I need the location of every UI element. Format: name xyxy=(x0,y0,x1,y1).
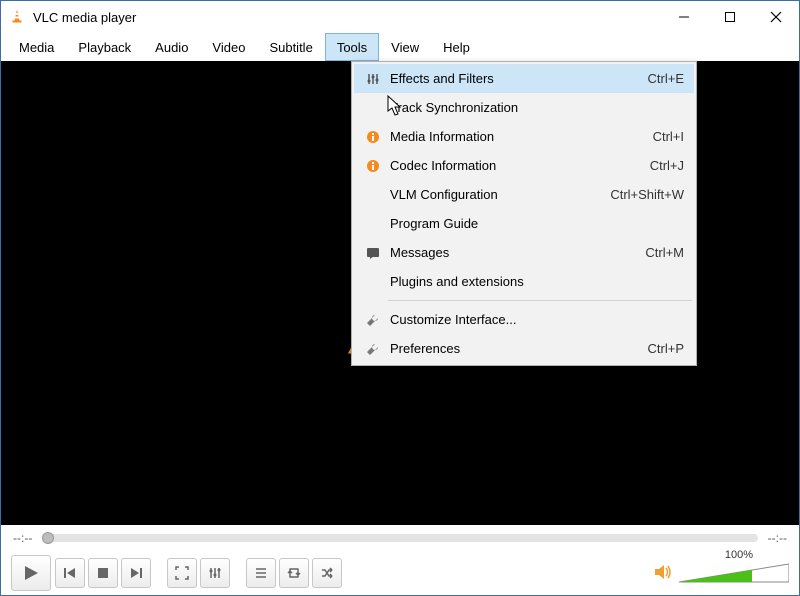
playlist-button[interactable] xyxy=(246,558,276,588)
menu-item-label: Effects and Filters xyxy=(386,71,632,86)
window-title: VLC media player xyxy=(33,10,136,25)
seek-bar[interactable] xyxy=(42,534,757,542)
extended-settings-button[interactable] xyxy=(200,558,230,588)
menu-item-label: VLM Configuration xyxy=(386,187,594,202)
menu-item-shortcut: Ctrl+J xyxy=(650,158,684,173)
menu-item-label: Program Guide xyxy=(386,216,668,231)
maximize-button[interactable] xyxy=(707,1,753,33)
volume-control[interactable] xyxy=(653,562,789,584)
wrench-icon xyxy=(360,342,386,356)
next-button[interactable] xyxy=(121,558,151,588)
menu-tools[interactable]: Tools xyxy=(325,33,379,61)
seek-bar-row: --:-- --:-- xyxy=(1,525,799,551)
shuffle-button[interactable] xyxy=(312,558,342,588)
tools-menu-item-4[interactable]: VLM Configuration Ctrl+Shift+W xyxy=(354,180,694,209)
tools-menu-item-1[interactable]: Track Synchronization xyxy=(354,93,694,122)
loop-button[interactable] xyxy=(279,558,309,588)
play-button[interactable] xyxy=(11,555,51,591)
menu-item-label: Preferences xyxy=(386,341,632,356)
menu-playback[interactable]: Playback xyxy=(66,33,143,61)
vlc-cone-icon xyxy=(9,8,25,27)
seek-knob[interactable] xyxy=(42,532,54,544)
title-bar-left: VLC media player xyxy=(9,8,136,27)
menu-item-label: Codec Information xyxy=(386,158,634,173)
tools-menu-item-5[interactable]: Program Guide xyxy=(354,209,694,238)
menu-separator xyxy=(388,300,692,301)
tools-menu-item-6[interactable]: Messages Ctrl+M xyxy=(354,238,694,267)
title-bar: VLC media player xyxy=(1,1,799,33)
volume-label: 100% xyxy=(725,549,753,561)
wrench-icon xyxy=(360,313,386,327)
menu-item-shortcut: Ctrl+E xyxy=(648,71,684,86)
messages-icon xyxy=(360,246,386,260)
minimize-button[interactable] xyxy=(661,1,707,33)
menu-item-label: Messages xyxy=(386,245,629,260)
menu-item-label: Media Information xyxy=(386,129,637,144)
close-button[interactable] xyxy=(753,1,799,33)
menu-bar: Media Playback Audio Video Subtitle Tool… xyxy=(1,33,799,61)
menu-item-shortcut: Ctrl+I xyxy=(653,129,684,144)
menu-item-label: Track Synchronization xyxy=(386,100,668,115)
menu-video[interactable]: Video xyxy=(200,33,257,61)
time-total[interactable]: --:-- xyxy=(768,531,787,545)
menu-audio[interactable]: Audio xyxy=(143,33,200,61)
volume-slider[interactable] xyxy=(679,562,789,584)
tools-menu-item-3[interactable]: Codec Information Ctrl+J xyxy=(354,151,694,180)
info-icon xyxy=(360,159,386,173)
tools-menu-item-10[interactable]: Preferences Ctrl+P xyxy=(354,334,694,363)
menu-subtitle[interactable]: Subtitle xyxy=(257,33,324,61)
tools-menu-item-9[interactable]: Customize Interface... xyxy=(354,305,694,334)
menu-view[interactable]: View xyxy=(379,33,431,61)
fullscreen-button[interactable] xyxy=(167,558,197,588)
menu-item-label: Plugins and extensions xyxy=(386,274,668,289)
menu-media[interactable]: Media xyxy=(7,33,66,61)
time-elapsed[interactable]: --:-- xyxy=(13,531,32,545)
menu-item-shortcut: Ctrl+M xyxy=(645,245,684,260)
menu-help[interactable]: Help xyxy=(431,33,482,61)
info-icon xyxy=(360,130,386,144)
speaker-icon xyxy=(653,563,673,584)
previous-button[interactable] xyxy=(55,558,85,588)
window-controls xyxy=(661,1,799,33)
menu-item-shortcut: Ctrl+P xyxy=(648,341,684,356)
tools-dropdown: Effects and Filters Ctrl+E Track Synchroni… xyxy=(351,61,697,366)
playback-controls: 100% xyxy=(1,551,799,595)
tools-menu-item-0[interactable]: Effects and Filters Ctrl+E xyxy=(354,64,694,93)
app-window: VLC media player Media Playback Audio Vi… xyxy=(0,0,800,596)
tools-menu-item-2[interactable]: Media Information Ctrl+I xyxy=(354,122,694,151)
menu-item-label: Customize Interface... xyxy=(386,312,668,327)
tools-menu-item-7[interactable]: Plugins and extensions xyxy=(354,267,694,296)
menu-item-shortcut: Ctrl+Shift+W xyxy=(610,187,684,202)
equalizer-icon xyxy=(360,72,386,86)
stop-button[interactable] xyxy=(88,558,118,588)
